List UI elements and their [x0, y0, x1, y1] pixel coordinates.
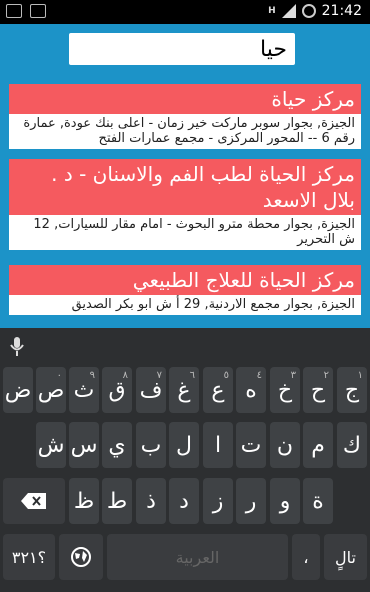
microphone-icon[interactable]: [8, 336, 26, 358]
app-content: مركز حياة الجيزة, بجوار سوبر ماركت خير ز…: [0, 24, 370, 328]
key[interactable]: ث٩: [69, 367, 99, 413]
key[interactable]: ه٤: [236, 367, 266, 413]
image-icon: [6, 4, 22, 18]
comma-key[interactable]: ،: [292, 534, 320, 580]
key[interactable]: ت: [236, 422, 266, 468]
key[interactable]: ا: [203, 422, 233, 468]
result-title: مركز الحياة للعلاج الطبيعي: [9, 265, 361, 295]
key[interactable]: خ٣: [270, 367, 300, 413]
key[interactable]: ة: [303, 478, 333, 524]
key[interactable]: ب: [136, 422, 166, 468]
result-address: الجيزة, بجوار محطة مترو البحوث - امام مق…: [9, 215, 361, 250]
result-address: الجيزة, بجوار سوبر ماركت خير زمان - اعلى…: [9, 114, 361, 149]
key[interactable]: ص٠: [36, 367, 66, 413]
key[interactable]: ر: [236, 478, 266, 524]
signal-icon: [281, 4, 296, 18]
key[interactable]: ك: [337, 422, 367, 468]
key[interactable]: ج١: [337, 367, 367, 413]
key[interactable]: ح٢: [303, 367, 333, 413]
keyboard-icon: [30, 4, 46, 18]
key[interactable]: ن: [270, 422, 300, 468]
backspace-key[interactable]: [3, 478, 65, 524]
globe-icon: [71, 547, 91, 567]
key[interactable]: ط: [102, 478, 132, 524]
key[interactable]: ف٧: [136, 367, 166, 413]
key[interactable]: ظ: [69, 478, 99, 524]
backspace-icon: [21, 493, 46, 509]
key[interactable]: ق٨: [102, 367, 132, 413]
battery-icon: [301, 4, 316, 18]
key[interactable]: غ٦: [169, 367, 199, 413]
keyboard: ج١ ح٢ خ٣ ه٤ ع٥ غ٦ ف٧ ق٨ ث٩ ص٠ ض ك م ن ت …: [0, 328, 370, 592]
search-input[interactable]: [69, 33, 295, 65]
key[interactable]: ي: [102, 422, 132, 468]
key[interactable]: و: [270, 478, 300, 524]
network-type-label: H: [268, 6, 276, 16]
result-title: مركز الحياة لطب الفم والاسنان - د . بلال…: [9, 159, 361, 215]
clock: 21:42: [321, 3, 362, 19]
key[interactable]: ش: [36, 422, 66, 468]
key[interactable]: ل: [169, 422, 199, 468]
result-card[interactable]: مركز الحياة للعلاج الطبيعي الجيزة, بجوار…: [9, 265, 361, 315]
key[interactable]: د: [169, 478, 199, 524]
key[interactable]: س: [69, 422, 99, 468]
result-card[interactable]: مركز الحياة لطب الفم والاسنان - د . بلال…: [9, 159, 361, 250]
search-bar[interactable]: [69, 33, 295, 65]
result-title: مركز حياة: [9, 84, 361, 114]
key[interactable]: م: [303, 422, 333, 468]
result-card[interactable]: مركز حياة الجيزة, بجوار سوبر ماركت خير ز…: [9, 84, 361, 149]
key[interactable]: ض: [3, 367, 33, 413]
next-key[interactable]: تالٍ: [324, 534, 367, 580]
result-address: الجيزة, بجوار مجمع الاردنية, 29 أ ش ابو …: [9, 295, 361, 315]
language-key[interactable]: [59, 534, 103, 580]
key[interactable]: ع٥: [203, 367, 233, 413]
key[interactable]: ز: [203, 478, 233, 524]
space-key[interactable]: العربية: [107, 534, 288, 580]
key[interactable]: ذ: [136, 478, 166, 524]
symbols-key[interactable]: ؟٣٢١: [3, 534, 55, 580]
status-bar: H 21:42: [0, 0, 370, 24]
